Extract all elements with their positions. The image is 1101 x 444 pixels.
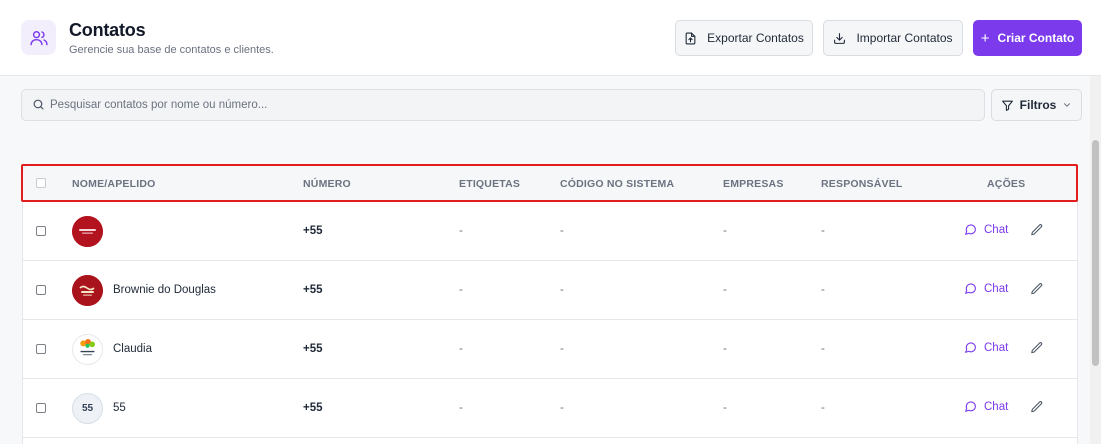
contact-responsible: - <box>821 225 825 237</box>
chat-button[interactable]: Chat <box>964 282 1008 295</box>
column-header-tags[interactable]: ETIQUETAS <box>459 178 520 190</box>
chat-label: Chat <box>984 341 1009 354</box>
chat-bubble-icon <box>965 224 976 235</box>
chevron-down-icon <box>1064 103 1071 107</box>
edit-pencil-icon[interactable] <box>1030 400 1044 414</box>
column-header-name[interactable]: NOME/APELIDO <box>72 178 156 190</box>
edit-pencil-icon[interactable] <box>1030 341 1044 355</box>
import-contacts-label: Importar Contatos <box>856 31 953 45</box>
contacts-table: NOME/APELIDO NÚMERO ETIQUETAS CÓDIGO NO … <box>22 165 1078 444</box>
row-checkbox[interactable] <box>36 403 46 413</box>
filters-button[interactable]: Filtros <box>991 89 1082 121</box>
row-checkbox[interactable] <box>36 226 46 236</box>
avatar <box>72 334 103 365</box>
filter-icon <box>1001 100 1013 111</box>
table-row[interactable]: +55 - - - - Chat <box>23 202 1077 261</box>
chat-label: Chat <box>984 223 1009 236</box>
plus-icon: + <box>980 29 990 47</box>
chat-button[interactable]: Chat <box>964 341 1008 354</box>
contact-name: Claudia <box>113 343 152 355</box>
row-checkbox[interactable] <box>36 285 46 295</box>
edit-pencil-icon[interactable] <box>1030 223 1044 237</box>
red-brand-logo-icon <box>72 216 103 247</box>
column-header-responsible[interactable]: RESPONSÁVEL <box>821 178 903 190</box>
contact-number: +55 <box>303 402 323 414</box>
import-contacts-button[interactable]: Importar Contatos <box>823 20 963 56</box>
search-icon <box>33 99 44 110</box>
table-row[interactable]: 55 55 +55 - - - - Chat <box>23 379 1077 438</box>
contact-tags: - <box>459 402 463 414</box>
table-row[interactable]: Brownie do Douglas +55 - - - - Chat <box>23 261 1077 320</box>
page-subtitle: Gerencie sua base de contatos e clientes… <box>69 44 274 56</box>
contact-system-code: - <box>560 402 564 414</box>
contact-system-code: - <box>560 284 564 296</box>
export-contacts-button[interactable]: Exportar Contatos <box>675 20 813 56</box>
edit-pencil-icon[interactable] <box>1030 282 1044 296</box>
chat-button[interactable]: Chat <box>964 223 1008 236</box>
chat-bubble-icon <box>965 342 976 353</box>
brownie-logo-icon <box>72 275 103 306</box>
contact-companies: - <box>723 402 727 414</box>
users-icon <box>21 20 56 55</box>
column-header-system-code[interactable]: CÓDIGO NO SISTEMA <box>560 178 674 190</box>
table-row[interactable]: Claudia +55 - - - - Chat <box>23 320 1077 379</box>
chat-bubble-icon <box>965 283 976 294</box>
chat-button[interactable]: Chat <box>964 400 1008 413</box>
select-all-checkbox[interactable] <box>36 178 46 188</box>
contact-tags: - <box>459 343 463 355</box>
contact-number: +55 <box>303 225 323 237</box>
download-icon <box>834 32 846 44</box>
create-contact-label: Criar Contato <box>997 31 1075 45</box>
floral-logo-icon <box>73 335 102 364</box>
contact-number: +55 <box>303 343 323 355</box>
chat-label: Chat <box>984 282 1009 295</box>
contact-number: +55 <box>303 284 323 296</box>
contact-responsible: - <box>821 284 825 296</box>
contact-responsible: - <box>821 343 825 355</box>
contact-system-code: - <box>560 343 564 355</box>
page-scrollbar[interactable] <box>1090 76 1101 444</box>
export-contacts-label: Exportar Contatos <box>707 31 804 45</box>
main-content: Filtros NOME/APELIDO NÚMERO ETIQUETAS CÓ… <box>0 76 1090 444</box>
contact-responsible: - <box>821 402 825 414</box>
column-header-actions: AÇÕES <box>987 178 1026 190</box>
contact-companies: - <box>723 225 727 237</box>
search-box[interactable] <box>21 89 985 121</box>
filters-label: Filtros <box>1019 98 1057 112</box>
contact-system-code: - <box>560 225 564 237</box>
page-header: Contatos Gerencie sua base de contatos e… <box>0 0 1101 76</box>
create-contact-button[interactable]: + Criar Contato <box>973 20 1082 56</box>
file-export-icon <box>685 32 696 44</box>
avatar <box>72 216 103 247</box>
contact-name: 55 <box>113 402 126 414</box>
avatar: 55 <box>72 393 103 424</box>
page-title: Contatos <box>69 20 146 40</box>
scrollbar-thumb[interactable] <box>1092 140 1099 366</box>
contact-tags: - <box>459 284 463 296</box>
column-header-companies[interactable]: EMPRESAS <box>723 178 784 190</box>
avatar <box>72 275 103 306</box>
column-header-number[interactable]: NÚMERO <box>303 178 351 190</box>
contact-companies: - <box>723 284 727 296</box>
row-checkbox[interactable] <box>36 344 46 354</box>
chat-label: Chat <box>984 400 1009 413</box>
contact-companies: - <box>723 343 727 355</box>
contact-name: Brownie do Douglas <box>113 284 216 296</box>
table-header: NOME/APELIDO NÚMERO ETIQUETAS CÓDIGO NO … <box>23 166 1077 202</box>
search-input[interactable] <box>50 90 970 120</box>
chat-bubble-icon <box>965 401 976 412</box>
contact-tags: - <box>459 225 463 237</box>
